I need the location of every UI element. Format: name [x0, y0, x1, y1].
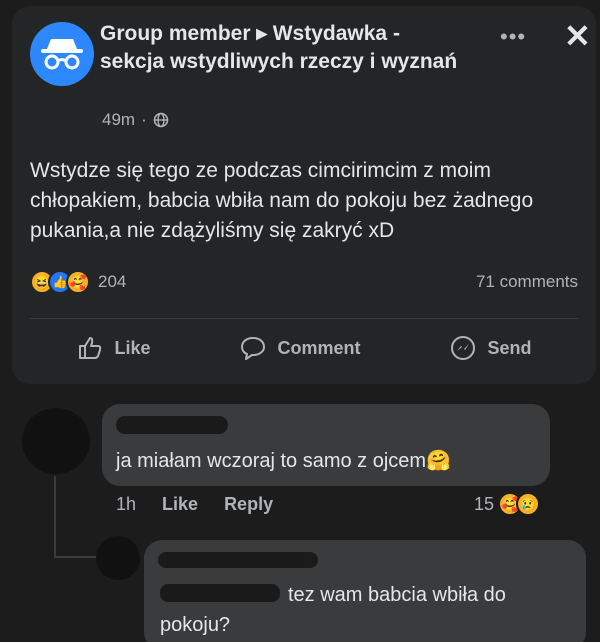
comment-like-button[interactable]: Like — [162, 494, 198, 515]
post-actions: Like Comment Send — [12, 334, 596, 362]
comment-button[interactable]: Comment — [239, 334, 361, 362]
comments-count[interactable]: 71 comments — [476, 272, 578, 292]
commenter-avatar[interactable] — [22, 408, 90, 474]
comment-reaction-count: 15 — [474, 493, 495, 514]
messenger-icon — [451, 336, 476, 360]
reply-bubble: tez wam babcia wbiła do pokoju? — [144, 540, 586, 642]
reply-avatar[interactable] — [96, 536, 140, 580]
post-body: Wstydze się tego ze podczas cimcirimcim … — [30, 159, 534, 242]
like-label: Like — [114, 337, 151, 358]
redacted-name — [116, 416, 228, 434]
comment-label: Comment — [277, 337, 361, 358]
divider — [30, 318, 578, 319]
reply-text: tez wam babcia wbiła do pokoju? — [160, 584, 506, 636]
reactions-summary[interactable]: 😆 👍 🥰 204 — [30, 270, 126, 294]
comment-bubble-icon — [241, 337, 266, 360]
reaction-count: 204 — [98, 272, 127, 291]
comment-meta: 1h Like Reply — [116, 494, 273, 515]
post-header[interactable]: Group member ▸ Wstydawka - sekcja wstydl… — [100, 20, 460, 76]
more-options-icon[interactable]: ••• — [500, 24, 526, 50]
redacted-name — [158, 552, 318, 568]
anonymous-member-avatar[interactable] — [30, 22, 94, 86]
post-card: Group member ▸ Wstydawka - sekcja wstydl… — [12, 6, 596, 384]
comment-reply-button[interactable]: Reply — [224, 494, 273, 515]
post-meta: 49m · — [102, 110, 169, 130]
care-reaction-icon: 🥰 — [66, 270, 90, 294]
globe-icon — [153, 112, 169, 128]
close-icon[interactable]: ✕ — [564, 20, 591, 52]
incognito-icon — [41, 39, 83, 70]
meta-separator: · — [141, 110, 147, 129]
like-button[interactable]: Like — [76, 334, 151, 362]
thumbs-up-icon — [79, 337, 102, 359]
sad-reaction-icon: 😢 — [516, 492, 541, 516]
comment-bubble: ja miałam wczoraj to samo z ojcem🤗 — [102, 404, 550, 486]
comment-text: ja miałam wczoraj to samo z ojcem🤗 — [116, 450, 451, 472]
send-button[interactable]: Send — [449, 334, 531, 362]
comment-time: 1h — [116, 494, 137, 514]
comment-reactions[interactable]: 15 🥰 😢 — [474, 492, 541, 516]
thread-line — [54, 476, 56, 558]
thread-connector — [54, 556, 100, 558]
send-label: Send — [487, 337, 532, 358]
post-time[interactable]: 49m — [102, 110, 135, 130]
